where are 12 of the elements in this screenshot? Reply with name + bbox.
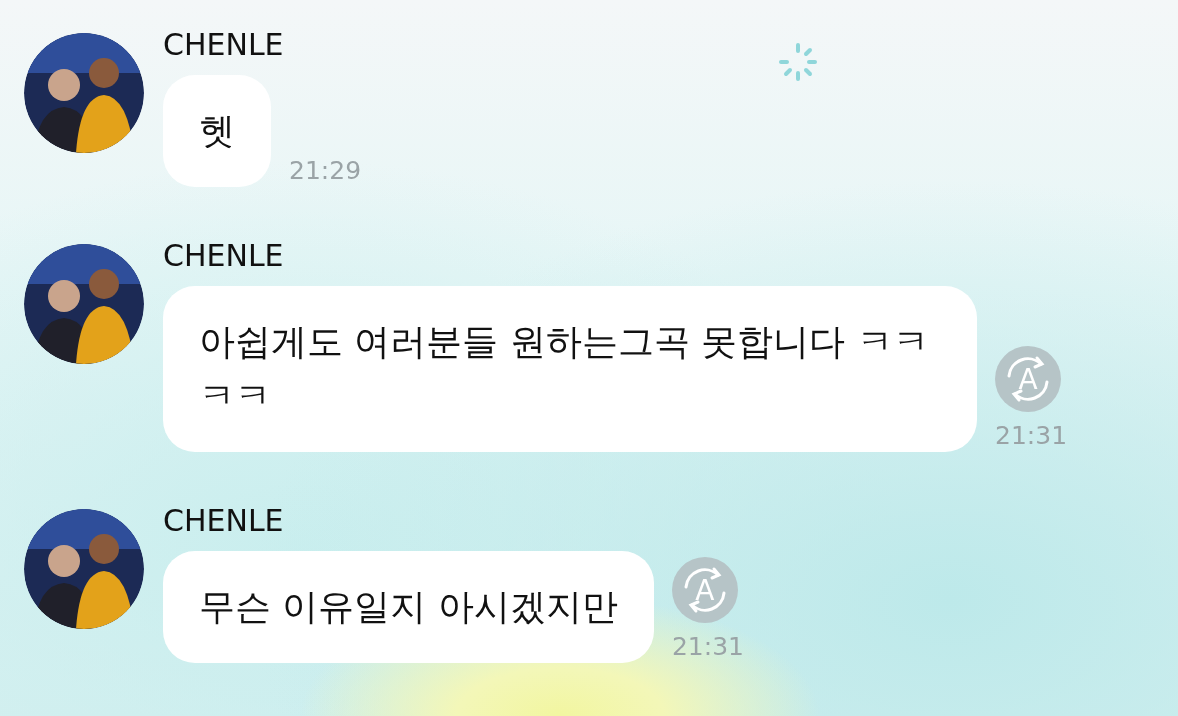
translate-button[interactable]: A [671, 557, 738, 623]
loading-icon [778, 42, 818, 82]
sender-name: CHENLE [163, 504, 285, 538]
message-time: 21:31 [671, 633, 744, 661]
message-bubble: 무슨 이유일지 아시겠지만 [163, 551, 654, 663]
sender-name: CHENLE [163, 239, 285, 273]
message-time: 21:31 [995, 422, 1068, 450]
message-time: 21:29 [289, 157, 362, 185]
translate-button[interactable]: A [995, 346, 1061, 412]
sender-name: CHENLE [163, 28, 285, 62]
message-bubble: 헷 [163, 75, 271, 187]
message-bubble: 아쉽게도 여러분들 원하는그곡 못합니다 ㅋㅋㅋㅋ [163, 286, 977, 452]
